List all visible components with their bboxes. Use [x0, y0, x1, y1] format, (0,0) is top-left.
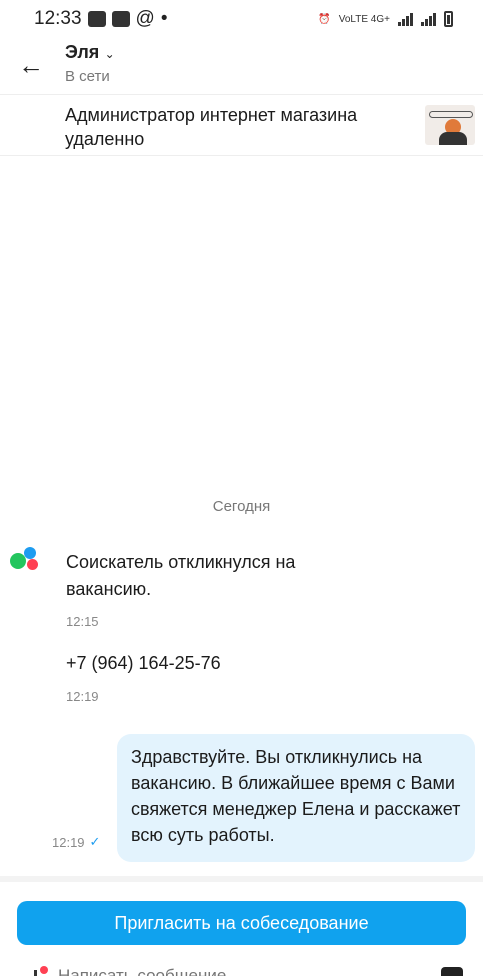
- phone-message[interactable]: +7 (964) 164-25-76: [66, 650, 366, 677]
- check-icon: ✓: [89, 834, 101, 849]
- system-avatar-icon: [10, 545, 40, 573]
- outgoing-message-meta: 12:19 ✓: [52, 834, 100, 850]
- vacancy-title: Администратор интернет магазина удаленно: [65, 105, 358, 149]
- online-status: В сети: [65, 68, 110, 85]
- date-separator: Сегодня: [212, 498, 271, 515]
- vacancy-thumbnail: [425, 105, 475, 145]
- system-message: Соискатель откликнулся на вакансию.: [66, 552, 296, 599]
- contact-name: Эля: [65, 42, 100, 62]
- alarm-icon: ⏰: [318, 13, 331, 25]
- status-time: 12:33: [34, 8, 82, 29]
- vacancy-card[interactable]: Администратор интернет магазина удаленно: [0, 94, 483, 156]
- signal-icon: [398, 12, 413, 26]
- message-time: 12:15: [66, 614, 99, 629]
- camera-icon[interactable]: [441, 967, 463, 976]
- message-time: 12:19: [52, 834, 85, 850]
- more-dot-icon: •: [160, 8, 168, 29]
- chevron-down-icon: ⌄: [101, 47, 115, 61]
- network-label: VoLTE 4G+: [338, 13, 390, 25]
- contact-name-button[interactable]: Эля ⌄: [65, 42, 115, 63]
- attach-icon[interactable]: [28, 966, 48, 976]
- message-time: 12:19: [66, 689, 99, 704]
- signal-icon-2: [421, 12, 436, 26]
- outgoing-message-bubble: Здравствуйте. Вы откликнулись на ваканси…: [117, 734, 475, 862]
- message-input[interactable]: [58, 966, 418, 976]
- invite-to-interview-button[interactable]: Пригласить на собеседование: [17, 901, 466, 945]
- app-notification-icon: [87, 11, 106, 27]
- message-composer: [0, 962, 483, 976]
- chat-header: ← Эля ⌄ В сети: [0, 38, 483, 94]
- back-arrow-icon[interactable]: ←: [18, 50, 48, 80]
- status-bar: 12:33 @ • ⏰ VoLTE 4G+: [0, 0, 483, 38]
- divider: [0, 876, 483, 882]
- battery-icon: [444, 11, 453, 27]
- gallery-notification-icon: [111, 11, 130, 27]
- at-sign-icon: @: [135, 8, 155, 29]
